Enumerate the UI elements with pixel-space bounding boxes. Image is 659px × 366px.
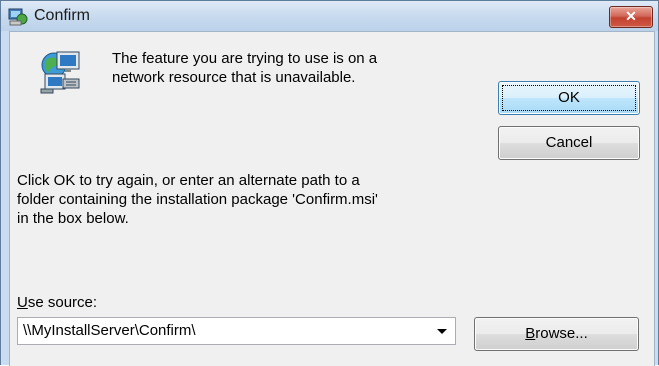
source-path-combobox[interactable]: \\MyInstallServer\Confirm\ (17, 317, 456, 345)
browse-mnemonic: B (525, 325, 536, 342)
message-line-2: network resource that is unavailable. (112, 69, 356, 86)
instructions: Click OK to try again, or enter an alter… (17, 171, 477, 228)
close-icon: ✕ (625, 8, 637, 24)
error-message: The feature you are trying to use is on … (112, 49, 462, 87)
ok-button[interactable]: OK (498, 81, 640, 115)
message-line-1: The feature you are trying to use is on … (112, 50, 378, 67)
instructions-line-1: Click OK to try again, or enter an alter… (17, 172, 360, 189)
confirm-dialog: Confirm ✕ The feature you are trying to … (0, 0, 659, 366)
browse-button[interactable]: Browse... (474, 317, 639, 351)
use-source-label: Use source: (17, 294, 97, 311)
title-bar[interactable]: Confirm ✕ (1, 1, 658, 31)
source-path-value: \\MyInstallServer\Confirm\ (23, 322, 196, 339)
installer-icon (8, 8, 28, 26)
use-source-mnemonic: U (17, 294, 28, 311)
cancel-button[interactable]: Cancel (498, 126, 640, 160)
use-source-label-text: se source: (27, 294, 98, 311)
instructions-line-2: folder containing the installation packa… (17, 191, 378, 208)
chevron-down-icon[interactable] (432, 319, 452, 343)
network-computer-icon (40, 51, 80, 94)
cancel-button-label: Cancel (545, 134, 593, 151)
focus-rectangle (502, 85, 636, 111)
instructions-line-3: in the box below. (17, 210, 129, 227)
browse-button-label: rowse... (535, 325, 588, 342)
window-title: Confirm (34, 7, 91, 24)
close-button[interactable]: ✕ (609, 6, 653, 28)
